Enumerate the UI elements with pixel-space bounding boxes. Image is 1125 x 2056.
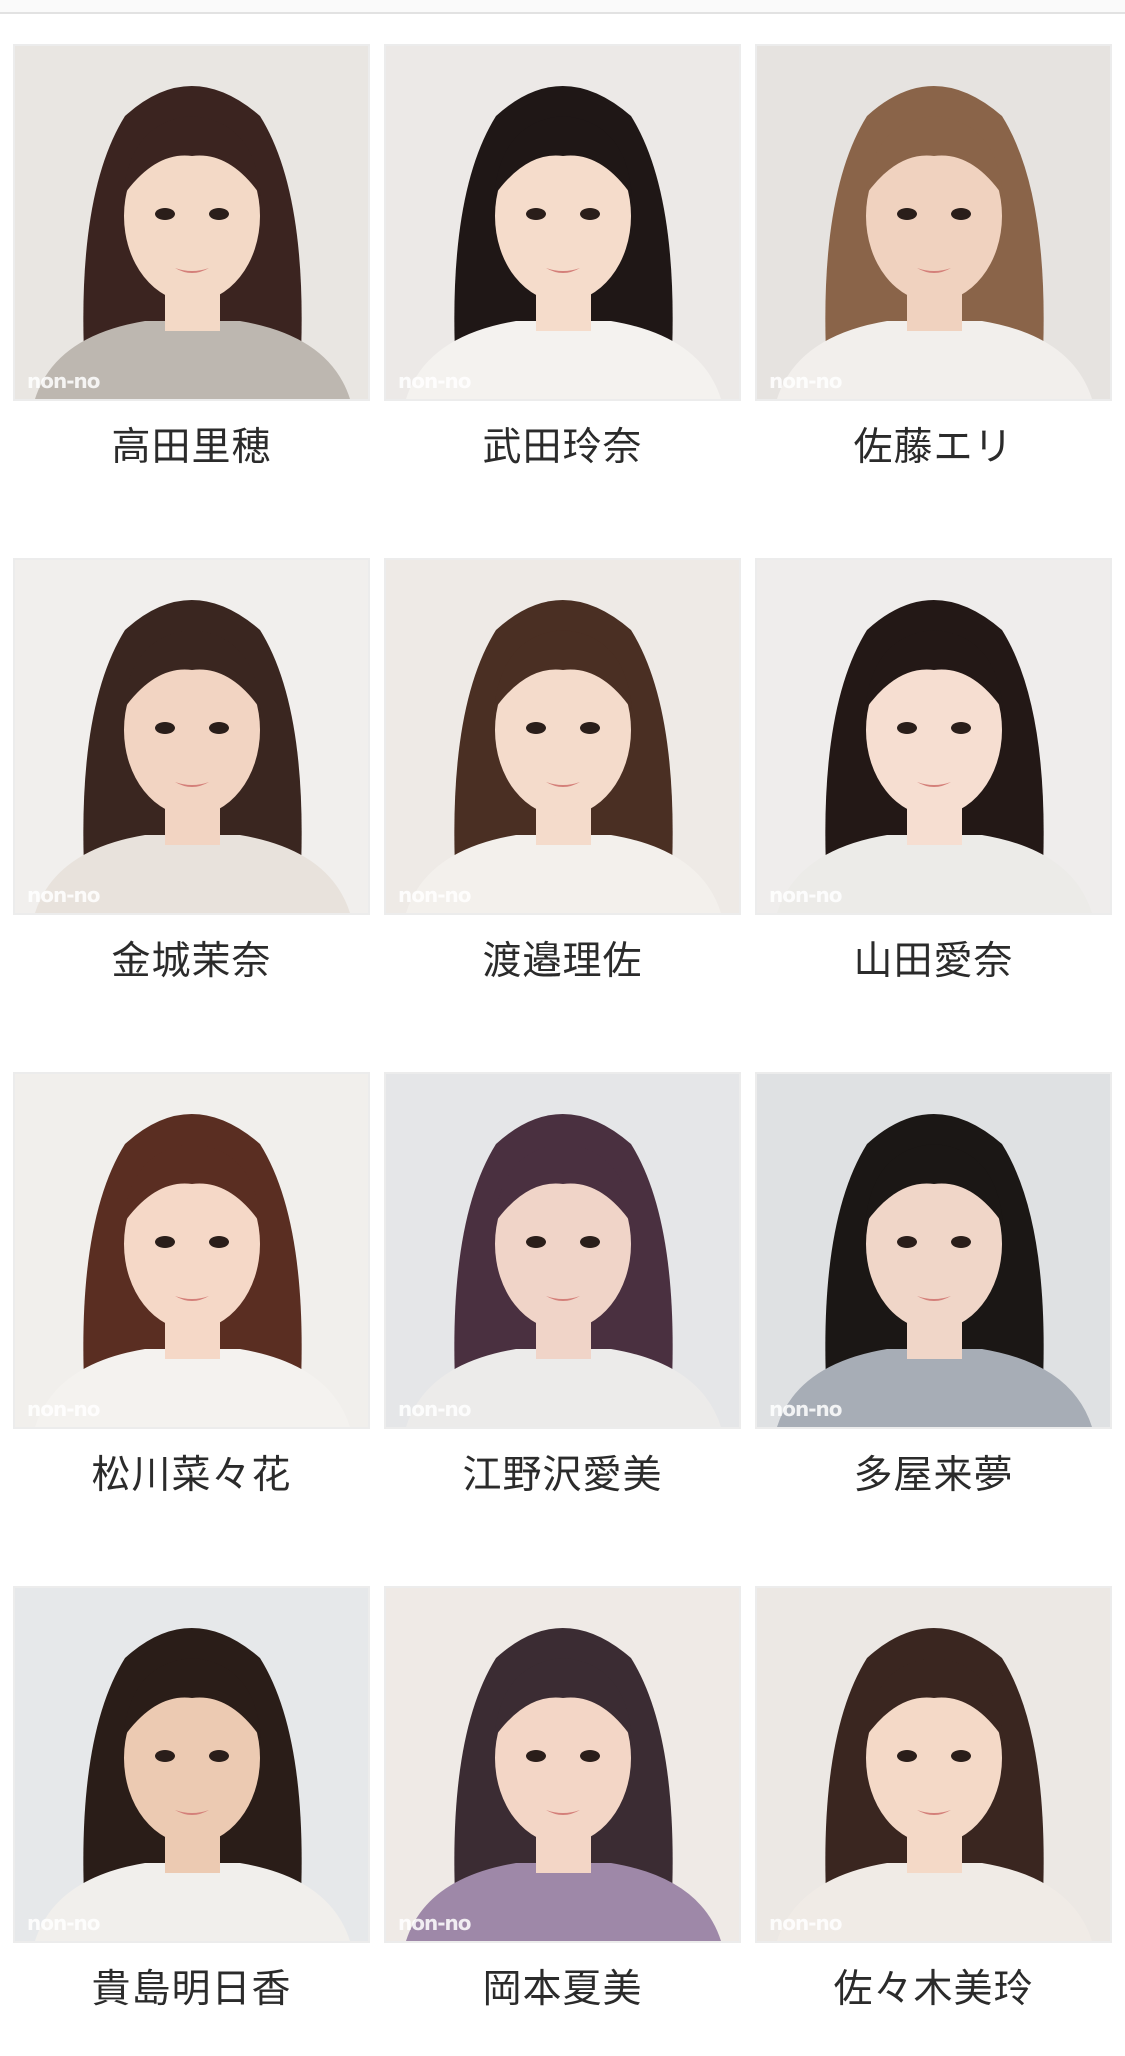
portrait-illustration (757, 1588, 1110, 1941)
model-photo[interactable]: non-no (384, 1586, 741, 1943)
portrait-illustration (386, 46, 739, 399)
nonno-watermark-logo: non-no (769, 1911, 842, 1935)
model-photo[interactable]: non-no (755, 558, 1112, 915)
model-card[interactable]: non-no 松川菜々花 (13, 1072, 370, 1498)
nonno-watermark-logo: non-no (769, 1397, 842, 1421)
model-name[interactable]: 高田里穂 (13, 416, 370, 472)
model-photo[interactable]: non-no (13, 558, 370, 915)
model-photo[interactable]: non-no (384, 558, 741, 915)
model-name[interactable]: 渡邉理佐 (384, 930, 741, 986)
nonno-watermark-logo: non-no (769, 883, 842, 907)
model-card[interactable]: non-no 佐々木美玲 (755, 1586, 1112, 2012)
model-photo[interactable]: non-no (755, 1586, 1112, 1943)
portrait-illustration (15, 46, 368, 399)
nonno-watermark-logo: non-no (398, 1397, 471, 1421)
model-name[interactable]: 岡本夏美 (384, 1958, 741, 2014)
model-name[interactable]: 山田愛奈 (755, 930, 1112, 986)
model-photo[interactable]: non-no (755, 44, 1112, 401)
model-name[interactable]: 多屋来夢 (755, 1444, 1112, 1500)
model-photo[interactable]: non-no (755, 1072, 1112, 1429)
nonno-watermark-logo: non-no (27, 1397, 100, 1421)
nonno-watermark-logo: non-no (27, 369, 100, 393)
top-divider (0, 0, 1125, 14)
nonno-watermark-logo: non-no (398, 883, 471, 907)
model-photo[interactable]: non-no (13, 44, 370, 401)
model-card[interactable]: non-no 岡本夏美 (384, 1586, 741, 2012)
model-name[interactable]: 松川菜々花 (13, 1444, 370, 1500)
model-photo[interactable]: non-no (384, 1072, 741, 1429)
model-card[interactable]: non-no 山田愛奈 (755, 558, 1112, 984)
nonno-watermark-logo: non-no (398, 369, 471, 393)
portrait-illustration (757, 46, 1110, 399)
portrait-illustration (15, 1074, 368, 1427)
portrait-illustration (386, 1074, 739, 1427)
model-grid: non-no 高田里穂 non-no 武田玲奈 non-no 佐藤エリ non-… (13, 44, 1113, 2012)
model-photo[interactable]: non-no (13, 1586, 370, 1943)
model-photo[interactable]: non-no (384, 44, 741, 401)
portrait-illustration (757, 1074, 1110, 1427)
model-name[interactable]: 貴島明日香 (13, 1958, 370, 2014)
portrait-illustration (15, 1588, 368, 1941)
portrait-illustration (386, 1588, 739, 1941)
model-name[interactable]: 佐藤エリ (755, 416, 1112, 472)
nonno-watermark-logo: non-no (769, 369, 842, 393)
model-card[interactable]: non-no 高田里穂 (13, 44, 370, 470)
model-card[interactable]: non-no 貴島明日香 (13, 1586, 370, 2012)
nonno-watermark-logo: non-no (398, 1911, 471, 1935)
model-card[interactable]: non-no 多屋来夢 (755, 1072, 1112, 1498)
model-photo[interactable]: non-no (13, 1072, 370, 1429)
portrait-illustration (757, 560, 1110, 913)
model-card[interactable]: non-no 金城茉奈 (13, 558, 370, 984)
model-card[interactable]: non-no 江野沢愛美 (384, 1072, 741, 1498)
model-name[interactable]: 江野沢愛美 (384, 1444, 741, 1500)
portrait-illustration (15, 560, 368, 913)
model-card[interactable]: non-no 武田玲奈 (384, 44, 741, 470)
nonno-watermark-logo: non-no (27, 1911, 100, 1935)
model-name[interactable]: 佐々木美玲 (755, 1958, 1112, 2014)
nonno-watermark-logo: non-no (27, 883, 100, 907)
model-name[interactable]: 武田玲奈 (384, 416, 741, 472)
portrait-illustration (386, 560, 739, 913)
model-card[interactable]: non-no 渡邉理佐 (384, 558, 741, 984)
model-card[interactable]: non-no 佐藤エリ (755, 44, 1112, 470)
model-name[interactable]: 金城茉奈 (13, 930, 370, 986)
